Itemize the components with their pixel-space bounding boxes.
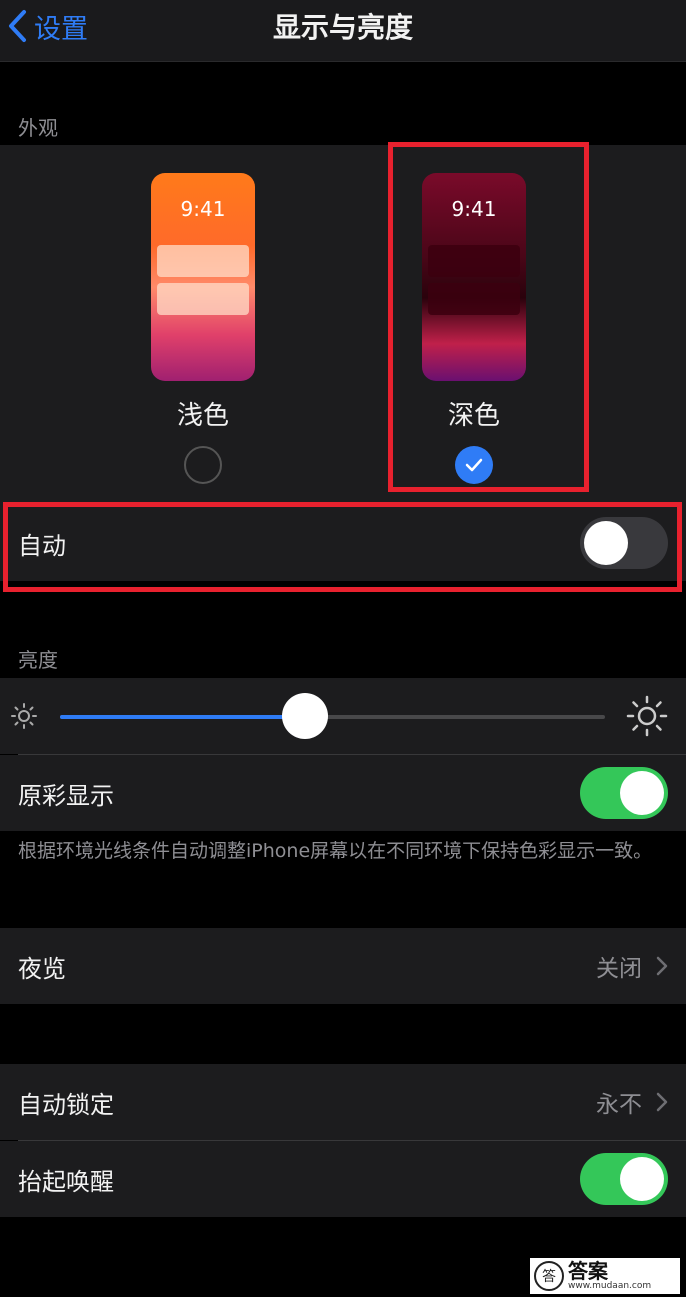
light-preview-card (157, 245, 249, 277)
chevron-right-icon (656, 956, 668, 976)
true-tone-label: 原彩显示 (18, 781, 114, 810)
highlight-box-dark-option (388, 142, 589, 492)
light-theme-option[interactable]: 9:41 浅色 (98, 145, 308, 485)
light-theme-label: 浅色 (176, 401, 229, 431)
light-theme-radio[interactable] (184, 446, 222, 484)
raise-to-wake-toggle[interactable] (580, 1153, 668, 1205)
page-title: 显示与亮度 (272, 11, 413, 44)
watermark-url: www.mudaan.com (568, 1281, 652, 1291)
true-tone-toggle[interactable] (580, 767, 668, 819)
auto-lock-row[interactable]: 自动锁定 永不 (0, 1064, 686, 1140)
navigation-bar: 设置 显示与亮度 (0, 0, 686, 62)
auto-lock-label: 自动锁定 (18, 1090, 114, 1119)
watermark-logo: 答 (534, 1261, 564, 1291)
sun-large-icon (626, 695, 668, 737)
watermark-title: 答案 (568, 1259, 608, 1283)
brightness-slider-row (0, 678, 686, 754)
sun-small-icon (11, 703, 37, 729)
brightness-slider-fill (60, 715, 305, 719)
true-tone-footnote: 根据环境光线条件自动调整iPhone屏幕以在不同环境下保持色彩显示一致。 (18, 840, 653, 862)
raise-to-wake-label: 抬起唤醒 (18, 1167, 114, 1196)
brightness-slider-track[interactable] (60, 715, 605, 719)
site-watermark: 答 答案 www.mudaan.com (530, 1258, 680, 1294)
light-preview-time: 9:41 (180, 197, 226, 221)
true-tone-row: 原彩显示 (0, 755, 686, 831)
brightness-slider-thumb[interactable] (282, 693, 328, 739)
light-preview-card (157, 283, 249, 315)
toggle-knob (620, 1157, 664, 1201)
chevron-right-icon (656, 1092, 668, 1112)
appearance-section-label: 外观 (18, 116, 58, 140)
raise-to-wake-row: 抬起唤醒 (0, 1141, 686, 1217)
brightness-section-label: 亮度 (18, 648, 58, 672)
light-theme-preview[interactable]: 9:41 (151, 173, 255, 381)
highlight-box-auto-row (3, 502, 682, 592)
night-shift-label: 夜览 (18, 954, 66, 983)
night-shift-value: 关闭 (596, 956, 642, 982)
toggle-knob (620, 771, 664, 815)
night-shift-row[interactable]: 夜览 关闭 (0, 928, 686, 1004)
auto-lock-value: 永不 (596, 1092, 642, 1118)
